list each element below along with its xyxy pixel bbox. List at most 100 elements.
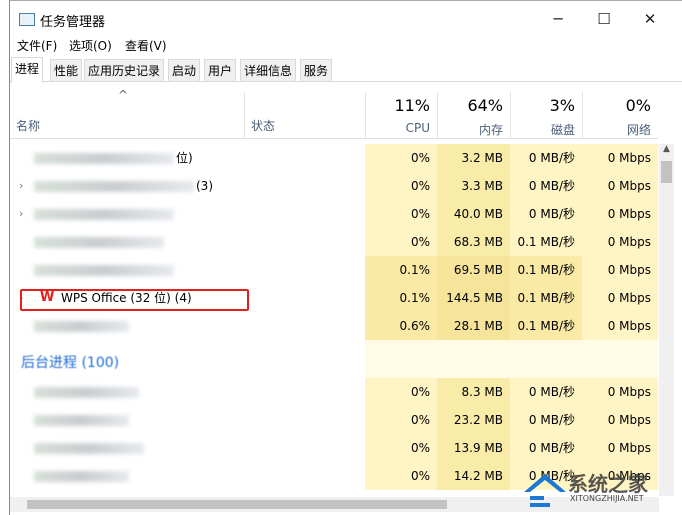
expand-chevron-icon[interactable]: › xyxy=(19,172,23,200)
cpu-cell: 0% xyxy=(365,172,437,200)
group-row-bg xyxy=(365,340,658,378)
blurred-process-name xyxy=(34,265,174,276)
column-cpu[interactable]: 11% CPU xyxy=(365,92,437,139)
blurred-process-name xyxy=(34,443,144,454)
task-manager-icon xyxy=(19,13,35,26)
net-cell: 0 Mbps xyxy=(582,228,658,256)
process-row[interactable]: 0% 13.9 MB 0 MB/秒 0 Mbps xyxy=(10,434,658,462)
disk-cell: 0.1 MB/秒 xyxy=(510,256,582,284)
process-row[interactable]: 0% 8.3 MB 0 MB/秒 0 Mbps xyxy=(10,378,658,406)
net-cell: 0 Mbps xyxy=(582,284,658,312)
mem-cell: 8.3 MB xyxy=(437,378,510,406)
window-title: 任务管理器 xyxy=(40,15,106,30)
blurred-process-name xyxy=(34,237,164,248)
menu-options[interactable]: 选项(O) xyxy=(69,37,112,54)
watermark-url: XITONGZHIJIA.NET xyxy=(570,494,644,503)
net-cell: 0 Mbps xyxy=(582,406,658,434)
tab-services[interactable]: 服务 xyxy=(300,59,333,82)
blurred-process-name xyxy=(34,471,129,482)
tab-processes[interactable]: 进程 xyxy=(11,57,44,83)
cpu-cell: 0.1% xyxy=(365,256,437,284)
column-status[interactable]: 状态 xyxy=(251,117,358,134)
tab-bar: 进程 性能 应用历史记录 启动 用户 详细信息 服务 xyxy=(10,57,682,83)
mem-cell: 13.9 MB xyxy=(437,434,510,462)
close-button[interactable]: ✕ xyxy=(627,5,673,33)
tab-users[interactable]: 用户 xyxy=(204,59,237,82)
cpu-cell: 0% xyxy=(365,434,437,462)
cpu-cell: 0% xyxy=(365,378,437,406)
tab-startup[interactable]: 启动 xyxy=(168,59,201,82)
blurred-process-name xyxy=(34,209,174,220)
disk-cell: 0 MB/秒 xyxy=(510,172,582,200)
cpu-cell: 0.1% xyxy=(365,284,437,312)
memory-total: 64% xyxy=(467,96,503,115)
process-name: (3) xyxy=(196,179,213,193)
minimize-button[interactable]: ─ xyxy=(535,5,581,33)
tab-details[interactable]: 详细信息 xyxy=(240,59,297,82)
disk-cell: 0 MB/秒 xyxy=(510,144,582,172)
horizontal-scroll-thumb[interactable] xyxy=(27,500,447,509)
cpu-label: CPU xyxy=(405,121,430,135)
tab-performance[interactable]: 性能 xyxy=(50,59,83,82)
disk-label: 磁盘 xyxy=(550,123,575,137)
cpu-cell: 0% xyxy=(365,144,437,172)
memory-label: 内存 xyxy=(478,123,503,137)
mem-cell: 68.3 MB xyxy=(437,228,510,256)
watermark-text: 系统之家 xyxy=(568,472,648,496)
background-processes-group[interactable]: 后台进程 (100) xyxy=(21,352,119,372)
cpu-cell: 0.6% xyxy=(365,312,437,340)
net-cell: 0 Mbps xyxy=(582,172,658,200)
vertical-scroll-thumb[interactable] xyxy=(661,161,672,183)
disk-cell: 0 MB/秒 xyxy=(510,378,582,406)
process-row[interactable]: 0.6% 28.1 MB 0.1 MB/秒 0 Mbps xyxy=(10,312,658,340)
blurred-process-name xyxy=(34,415,129,426)
net-cell: 0 Mbps xyxy=(582,144,658,172)
net-cell: 0 Mbps xyxy=(582,256,658,284)
blurred-process-name xyxy=(34,181,194,192)
column-header: ^ 名称 状态 11% CPU 64% 内存 3% 磁盘 0% 网络 xyxy=(10,82,658,139)
process-name: 位) xyxy=(176,151,193,165)
expand-chevron-icon[interactable]: › xyxy=(19,200,23,228)
disk-cell: 0.1 MB/秒 xyxy=(510,228,582,256)
maximize-button[interactable]: ☐ xyxy=(581,5,627,33)
cpu-cell: 0% xyxy=(365,462,437,490)
cpu-cell: 0% xyxy=(365,200,437,228)
mem-cell: 28.1 MB xyxy=(437,312,510,340)
mem-cell: 23.2 MB xyxy=(437,406,510,434)
disk-cell: 0.1 MB/秒 xyxy=(510,284,582,312)
column-name[interactable]: 名称 xyxy=(16,117,40,134)
column-network[interactable]: 0% 网络 xyxy=(582,92,658,139)
process-row[interactable]: 0% 40.0 MB 0 MB/秒 0 Mbps › xyxy=(10,200,658,228)
menu-file[interactable]: 文件(F) xyxy=(17,37,57,54)
disk-cell: 0 MB/秒 xyxy=(510,200,582,228)
process-row[interactable]: 0% 3.3 MB 0 MB/秒 0 Mbps › (3) xyxy=(10,172,658,200)
tab-app-history[interactable]: 应用历史记录 xyxy=(84,59,165,82)
network-label: 网络 xyxy=(626,123,651,137)
mem-cell: 40.0 MB xyxy=(437,200,510,228)
column-memory[interactable]: 64% 内存 xyxy=(437,92,510,139)
blurred-process-name xyxy=(34,387,139,398)
cpu-cell: 0% xyxy=(365,228,437,256)
cpu-total: 11% xyxy=(394,96,430,115)
process-row[interactable]: 0% 3.2 MB 0 MB/秒 0 Mbps 位) xyxy=(10,144,658,172)
mem-cell: 3.3 MB xyxy=(437,172,510,200)
disk-total: 3% xyxy=(549,96,575,115)
net-cell: 0 Mbps xyxy=(582,434,658,462)
process-row[interactable]: 0.1% 69.5 MB 0.1 MB/秒 0 Mbps xyxy=(10,256,658,284)
menu-view[interactable]: 查看(V) xyxy=(125,37,167,54)
blurred-process-name xyxy=(34,153,174,164)
network-total: 0% xyxy=(625,96,651,115)
sort-arrow-icon: ^ xyxy=(118,88,129,102)
task-manager-window: 任务管理器 ─ ☐ ✕ 文件(F) 选项(O) 查看(V) 进程 性能 应用历史… xyxy=(9,0,682,515)
disk-cell: 0.1 MB/秒 xyxy=(510,312,582,340)
net-cell: 0 Mbps xyxy=(582,378,658,406)
column-disk[interactable]: 3% 磁盘 xyxy=(510,92,582,139)
process-row[interactable]: 0% 68.3 MB 0.1 MB/秒 0 Mbps xyxy=(10,228,658,256)
net-cell: 0 Mbps xyxy=(582,312,658,340)
process-row[interactable]: 0% 23.2 MB 0 MB/秒 0 Mbps xyxy=(10,406,658,434)
vertical-scrollbar[interactable]: ▲ xyxy=(659,144,674,496)
scroll-up-icon[interactable]: ▲ xyxy=(659,144,674,154)
mem-cell: 14.2 MB xyxy=(437,462,510,490)
mem-cell: 69.5 MB xyxy=(437,256,510,284)
highlight-box xyxy=(20,289,249,311)
